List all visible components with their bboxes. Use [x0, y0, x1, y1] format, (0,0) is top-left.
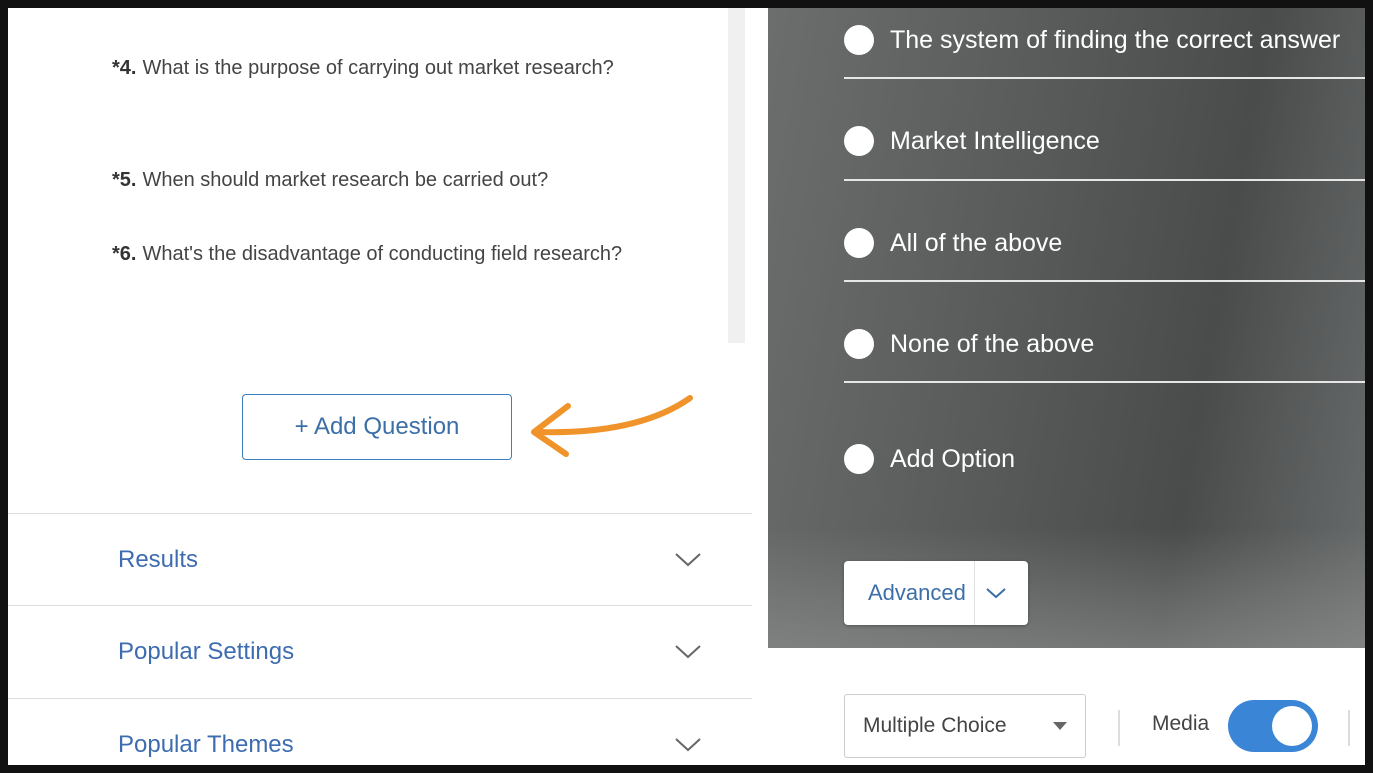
question-number: *4. — [112, 57, 137, 79]
question-toolbar: Multiple Choice Media — [768, 648, 1365, 765]
option-label: Market Intelligence — [890, 126, 1100, 155]
chevron-down-icon — [675, 737, 701, 751]
section-results[interactable]: Results — [8, 513, 752, 605]
question-item-5[interactable]: *5. When should market research be carri… — [112, 164, 672, 196]
option-divider — [844, 381, 1365, 383]
media-toggle[interactable] — [1228, 700, 1318, 752]
question-type-value: Multiple Choice — [863, 714, 1007, 737]
media-label: Media — [1152, 712, 1210, 735]
section-label: Results — [118, 545, 199, 573]
answer-option-3[interactable]: All of the above — [844, 218, 1365, 268]
orange-arrow-icon — [531, 395, 693, 457]
option-label: The system of finding the correct answer — [890, 25, 1341, 54]
add-question-button[interactable]: + Add Question — [242, 394, 512, 460]
question-item-4[interactable]: *4. What is the purpose of carrying out … — [112, 52, 672, 84]
add-option-label: Add Option — [890, 444, 1016, 473]
option-label: None of the above — [890, 329, 1095, 358]
advanced-dropdown[interactable]: Advanced — [844, 561, 1028, 625]
toolbar-divider — [1348, 710, 1350, 746]
app-frame: *4. What is the purpose of carrying out … — [0, 0, 1373, 773]
radio-button[interactable] — [844, 329, 874, 359]
answer-option-2[interactable]: Market Intelligence — [844, 116, 1365, 166]
section-popular-settings[interactable]: Popular Settings — [8, 605, 752, 697]
question-editor-panel: The system of finding the correct answer… — [768, 8, 1365, 648]
section-label: Popular Themes — [118, 730, 294, 758]
toggle-knob — [1272, 706, 1312, 746]
radio-button[interactable] — [844, 228, 874, 258]
option-divider — [844, 179, 1365, 181]
question-number: *6. — [112, 243, 137, 265]
chevron-down-icon — [675, 644, 701, 658]
question-list-panel: *4. What is the purpose of carrying out … — [8, 8, 768, 765]
option-divider — [844, 77, 1365, 79]
add-option-button[interactable]: Add Option — [844, 434, 1365, 484]
toolbar-divider — [1118, 710, 1120, 746]
question-number: *5. — [112, 169, 137, 191]
chevron-down-icon[interactable] — [985, 587, 1007, 599]
answer-option-4[interactable]: None of the above — [844, 319, 1365, 369]
question-item-6[interactable]: *6. What's the disadvantage of conductin… — [112, 238, 672, 270]
section-label: Popular Settings — [118, 637, 295, 665]
advanced-separator — [973, 561, 975, 625]
advanced-label: Advanced — [868, 580, 966, 605]
radio-button — [844, 444, 874, 474]
question-text: What is the purpose of carrying out mark… — [142, 57, 614, 79]
chevron-down-icon — [675, 552, 701, 566]
answer-option-1[interactable]: The system of finding the correct answer — [844, 15, 1365, 65]
section-popular-themes[interactable]: Popular Themes — [8, 698, 752, 765]
question-type-select[interactable]: Multiple Choice — [844, 694, 1086, 758]
option-divider — [844, 280, 1365, 282]
scrollbar[interactable] — [728, 8, 745, 343]
question-text: When should market research be carried o… — [142, 169, 549, 191]
caret-down-icon — [1053, 722, 1067, 730]
option-label: All of the above — [890, 228, 1063, 257]
radio-button[interactable] — [844, 126, 874, 156]
radio-button[interactable] — [844, 25, 874, 55]
question-text: What's the disadvantage of conducting fi… — [142, 243, 623, 265]
